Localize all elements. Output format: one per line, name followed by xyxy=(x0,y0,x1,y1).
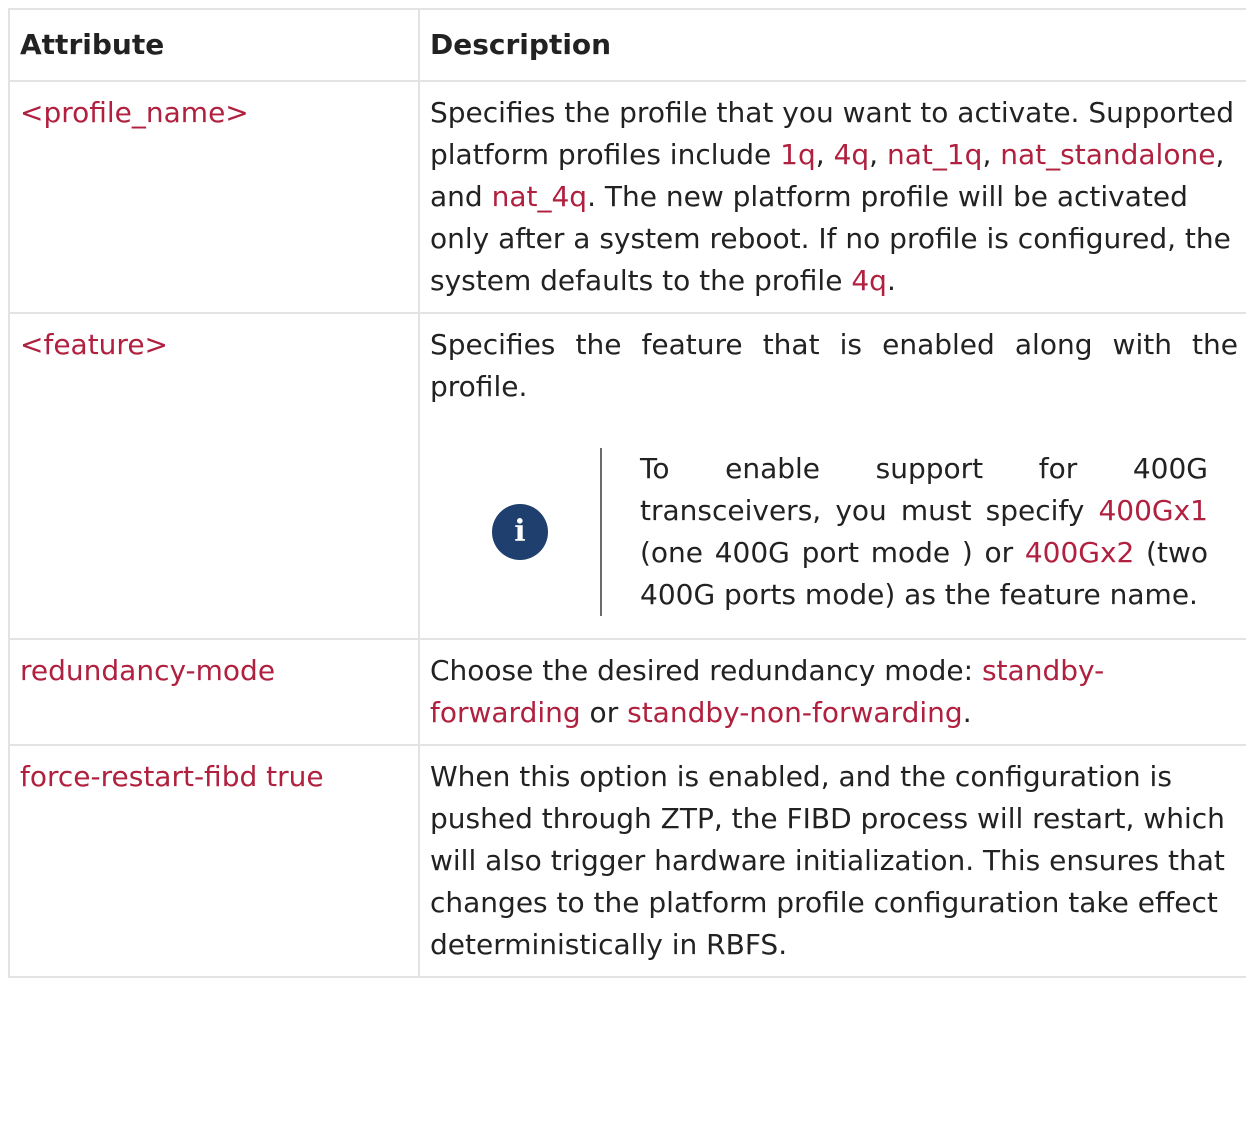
description-text: . xyxy=(886,264,896,297)
separator-text: , xyxy=(869,138,887,171)
code-value: 1q xyxy=(780,138,816,171)
description-text: . xyxy=(962,696,972,729)
table-header-row: Attribute Description xyxy=(8,8,1246,82)
description-cell: When this option is enabled, and the con… xyxy=(418,744,1246,978)
code-value: standby-non-forwarding xyxy=(627,696,963,729)
description-text: Choose the desired redundancy mode: xyxy=(430,654,982,687)
column-header-attribute: Attribute xyxy=(8,8,420,82)
description-cell: Specifies the profile that you want to a… xyxy=(418,80,1246,314)
column-header-description: Description xyxy=(418,8,1246,82)
description-text: or xyxy=(580,696,628,729)
code-value: 4q xyxy=(833,138,870,171)
table-row: redundancy-mode Choose the desired redun… xyxy=(8,638,1246,746)
code-value: nat_4q xyxy=(491,180,588,213)
description-cell: Choose the desired redundancy mode: stan… xyxy=(418,638,1246,746)
attribute-cell: <profile_name> xyxy=(8,80,420,314)
attribute-table: Attribute Description <profile_name> Spe… xyxy=(8,8,1246,978)
note-icon-area: i xyxy=(430,504,600,560)
code-value: nat_standalone xyxy=(1000,138,1216,171)
info-note: i To enable support for 400G transceiver… xyxy=(430,448,1238,616)
info-icon: i xyxy=(492,504,548,560)
note-text: To enable support for 400G transceivers,… xyxy=(600,448,1238,616)
table-row: <feature> Specifies the feature that is … xyxy=(8,312,1246,640)
description-text: Specifies the feature that is enabled al… xyxy=(430,328,1238,403)
code-value: 400Gx1 xyxy=(1098,494,1208,527)
attribute-cell: <feature> xyxy=(8,312,420,640)
table-row: <profile_name> Specifies the profile tha… xyxy=(8,80,1246,314)
table-row: force-restart-fibd true When this option… xyxy=(8,744,1246,978)
description-cell: Specifies the feature that is enabled al… xyxy=(418,312,1246,640)
separator-text: , xyxy=(815,138,834,171)
attribute-cell: force-restart-fibd true xyxy=(8,744,420,978)
attribute-cell: redundancy-mode xyxy=(8,638,420,746)
code-value: nat_1q xyxy=(886,138,983,171)
note-text-part: (one 400G port mode ) or xyxy=(640,536,1025,569)
code-value: 400Gx2 xyxy=(1024,536,1135,569)
code-value: 4q xyxy=(851,264,887,297)
separator-text: , xyxy=(982,138,1001,171)
